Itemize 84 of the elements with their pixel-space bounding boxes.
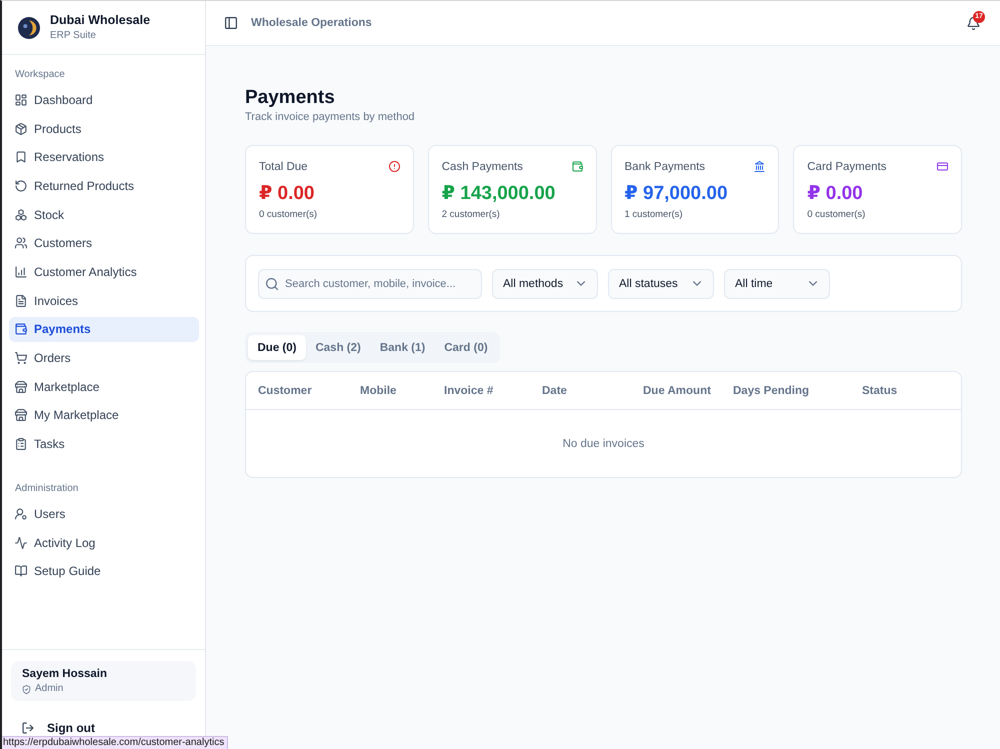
bank-icon — [754, 161, 766, 172]
column-header: Status — [862, 384, 898, 396]
wallet-icon — [15, 323, 27, 336]
tab[interactable]: Bank (1) — [370, 335, 435, 360]
tab[interactable]: Card (0) — [434, 335, 498, 360]
store-icon — [15, 409, 27, 422]
user-role: Admin — [35, 683, 64, 695]
stat-note: 0 customer(s) — [259, 208, 318, 221]
stat-label: Total Due — [259, 160, 308, 172]
stat-note: 1 customer(s) — [624, 208, 684, 221]
section-label: Workspace — [14, 68, 66, 82]
tab[interactable]: Cash (2) — [306, 335, 370, 360]
stat-value: ₽ 0.00 — [807, 182, 864, 206]
rotate-icon — [15, 180, 27, 192]
search-field[interactable]: Search customer, mobile, invoice... — [258, 268, 482, 298]
stat-value: ₽ 143,000.00 — [442, 182, 556, 206]
column-header: Mobile — [360, 384, 396, 396]
sidebar-item[interactable]: Marketplace — [9, 374, 199, 400]
sidebar-item[interactable]: Reservations — [9, 144, 199, 170]
chevron-down-icon — [577, 281, 585, 286]
stat-label: Card Payments — [807, 160, 887, 172]
boxes-icon — [15, 208, 27, 221]
bell-icon — [966, 16, 980, 30]
logo-icon — [18, 16, 40, 38]
stat-note: 0 customer(s) — [807, 208, 866, 221]
column-header: Invoice # — [444, 384, 494, 396]
sidebar-item[interactable]: My Marketplace — [9, 402, 199, 428]
page-subtitle: Track invoice payments by method — [245, 110, 416, 125]
shield-icon — [22, 684, 31, 694]
logout-icon — [22, 722, 34, 734]
stat-value: ₽ 0.00 — [259, 182, 316, 206]
store-icon — [15, 380, 27, 393]
credit-card-icon — [937, 161, 948, 172]
sidebar-item[interactable]: Returned Products — [9, 173, 199, 198]
sidebar-item[interactable]: Activity Log — [9, 530, 199, 556]
empty-state-message: No due invoices — [562, 438, 644, 450]
sidebar-item[interactable]: Setup Guide — [9, 558, 199, 584]
search-icon — [266, 278, 278, 290]
brand-subtitle: ERP Suite — [50, 29, 97, 42]
people-icon — [15, 237, 27, 250]
stat-value: ₽ 97,000.00 — [624, 182, 729, 206]
panel-icon — [225, 17, 237, 29]
brand-name: Dubai Wholesale — [50, 13, 150, 28]
sidebar-item[interactable]: Users — [9, 501, 199, 526]
clipboard-icon — [15, 438, 27, 450]
header-title: Wholesale Operations — [251, 17, 372, 29]
pulse-icon — [15, 536, 27, 549]
sidebar-item[interactable]: Stock — [9, 202, 199, 228]
sidebar-item[interactable]: Customers — [9, 230, 199, 256]
filter-dropdown[interactable]: All methods — [492, 268, 598, 298]
wallet-icon — [572, 161, 582, 172]
sidebar-item[interactable]: Invoices — [9, 288, 199, 314]
document-icon — [15, 294, 27, 307]
package-icon — [15, 122, 27, 135]
sidebar-item[interactable]: Tasks — [9, 431, 199, 456]
stat-note: 2 customer(s) — [442, 208, 501, 221]
alert-icon — [388, 161, 400, 172]
filter-dropdown[interactable]: All time — [724, 268, 830, 298]
sidebar-item[interactable]: Dashboard — [9, 88, 199, 112]
grid-icon — [15, 94, 27, 106]
column-header: Days Pending — [733, 384, 810, 396]
sign-out-button[interactable]: Sign out — [11, 720, 106, 736]
sidebar-item[interactable]: Products — [9, 116, 199, 142]
cart-icon — [15, 352, 27, 364]
user-name: Sayem Hossain — [22, 667, 108, 681]
user-gear-icon — [15, 508, 27, 520]
sidebar-item[interactable]: Orders — [9, 345, 199, 370]
chevron-down-icon — [809, 281, 817, 286]
column-header: Date — [542, 384, 567, 396]
sidebar-item[interactable]: Payments — [9, 316, 199, 342]
sidebar-item[interactable]: Customer Analytics — [9, 259, 199, 284]
filter-dropdown[interactable]: All statuses — [608, 268, 714, 298]
page-title: Payments — [245, 86, 336, 110]
column-header: Customer — [258, 384, 312, 396]
chevron-down-icon — [693, 281, 701, 286]
section-label: Administration — [14, 482, 80, 496]
bar-chart-icon — [15, 266, 27, 278]
bookmark-icon — [15, 151, 27, 164]
tab[interactable]: Due (0) — [248, 335, 306, 360]
column-header: Due Amount — [643, 384, 711, 396]
book-icon — [15, 565, 27, 578]
link-preview: https://erpdubaiwholesale.com/customer-analytics — [2, 736, 228, 749]
stat-label: Bank Payments — [624, 160, 706, 172]
stat-label: Cash Payments — [442, 160, 523, 172]
